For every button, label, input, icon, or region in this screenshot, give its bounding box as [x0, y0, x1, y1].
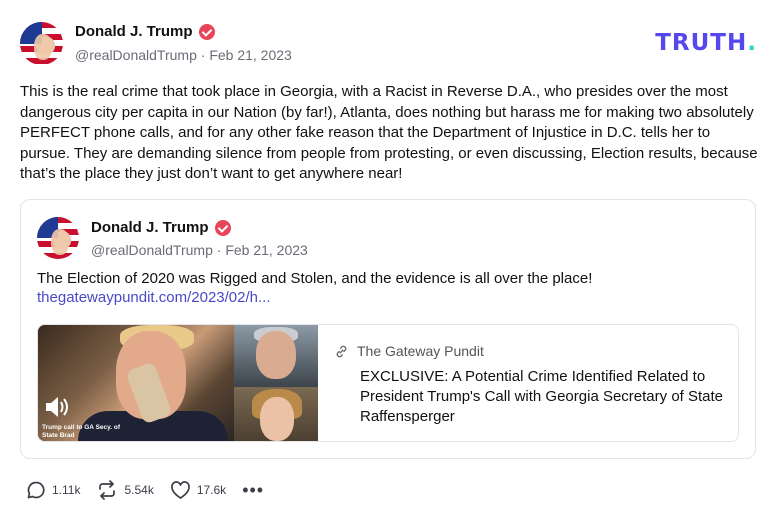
reply-count: 1.11k — [52, 483, 81, 497]
like-icon — [170, 480, 191, 500]
post-actions: 1.11k 5.54k 17.6k ••• — [26, 480, 280, 500]
verified-badge-icon — [198, 23, 215, 40]
preview-image: Trump call to GA Secy. of State Brad — [38, 325, 318, 441]
repost-count: 5.54k — [124, 483, 154, 497]
quoted-author-line: Donald J. Trump — [91, 219, 231, 236]
quoted-post[interactable]: Donald J. Trump @realDonaldTrump · Feb 2… — [20, 199, 756, 459]
post-header: Donald J. Trump @realDonaldTrump · Feb 2… — [20, 22, 760, 68]
reply-button[interactable]: 1.11k — [26, 480, 80, 500]
preview-site: The Gateway Pundit — [334, 343, 724, 359]
post-date[interactable]: Feb 21, 2023 — [209, 47, 292, 63]
link-preview-card[interactable]: Trump call to GA Secy. of State Brad The… — [37, 324, 739, 442]
quoted-text: The Election of 2020 was Rigged and Stol… — [37, 270, 593, 287]
author-handle[interactable]: @realDonaldTrump — [75, 47, 197, 63]
link-icon — [334, 344, 349, 359]
like-button[interactable]: 17.6k — [170, 480, 226, 500]
repost-button[interactable]: 5.54k — [96, 480, 154, 500]
author-name[interactable]: Donald J. Trump — [75, 23, 193, 40]
preview-title[interactable]: EXCLUSIVE: A Potential Crime Identified … — [360, 367, 724, 427]
logo-dot: . — [747, 30, 757, 56]
preview-inset-photo-bottom — [234, 387, 318, 441]
post-text: This is the real crime that took place i… — [20, 83, 758, 182]
repost-icon — [96, 480, 118, 500]
preview-site-name: The Gateway Pundit — [357, 343, 484, 359]
reply-icon — [26, 480, 46, 500]
verified-badge-icon — [214, 219, 231, 236]
quoted-link[interactable]: thegatewaypundit.com/2023/02/h... — [37, 289, 271, 306]
quoted-handle-line: @realDonaldTrump · Feb 21, 2023 — [91, 242, 308, 258]
separator: · — [200, 47, 206, 63]
preview-image-caption: Trump call to GA Secy. of State Brad — [42, 424, 121, 439]
more-icon: ••• — [242, 480, 265, 500]
preview-body: The Gateway Pundit EXCLUSIVE: A Potentia… — [334, 343, 724, 427]
preview-inset-photo-top — [234, 325, 318, 387]
speaker-icon — [44, 395, 70, 424]
truth-logo[interactable]: TRUTH. — [655, 30, 757, 56]
logo-text: TRUTH — [655, 30, 748, 56]
avatar[interactable] — [20, 22, 63, 65]
like-count: 17.6k — [196, 483, 227, 497]
handle-line: @realDonaldTrump · Feb 21, 2023 — [75, 47, 292, 63]
quoted-handle[interactable]: @realDonaldTrump — [91, 242, 213, 258]
author-line: Donald J. Trump — [75, 23, 215, 40]
more-options-button[interactable]: ••• — [242, 480, 265, 500]
quoted-author-name[interactable]: Donald J. Trump — [91, 219, 209, 236]
quoted-date[interactable]: Feb 21, 2023 — [225, 242, 308, 258]
quoted-avatar[interactable] — [37, 217, 79, 259]
separator: · — [216, 242, 222, 258]
